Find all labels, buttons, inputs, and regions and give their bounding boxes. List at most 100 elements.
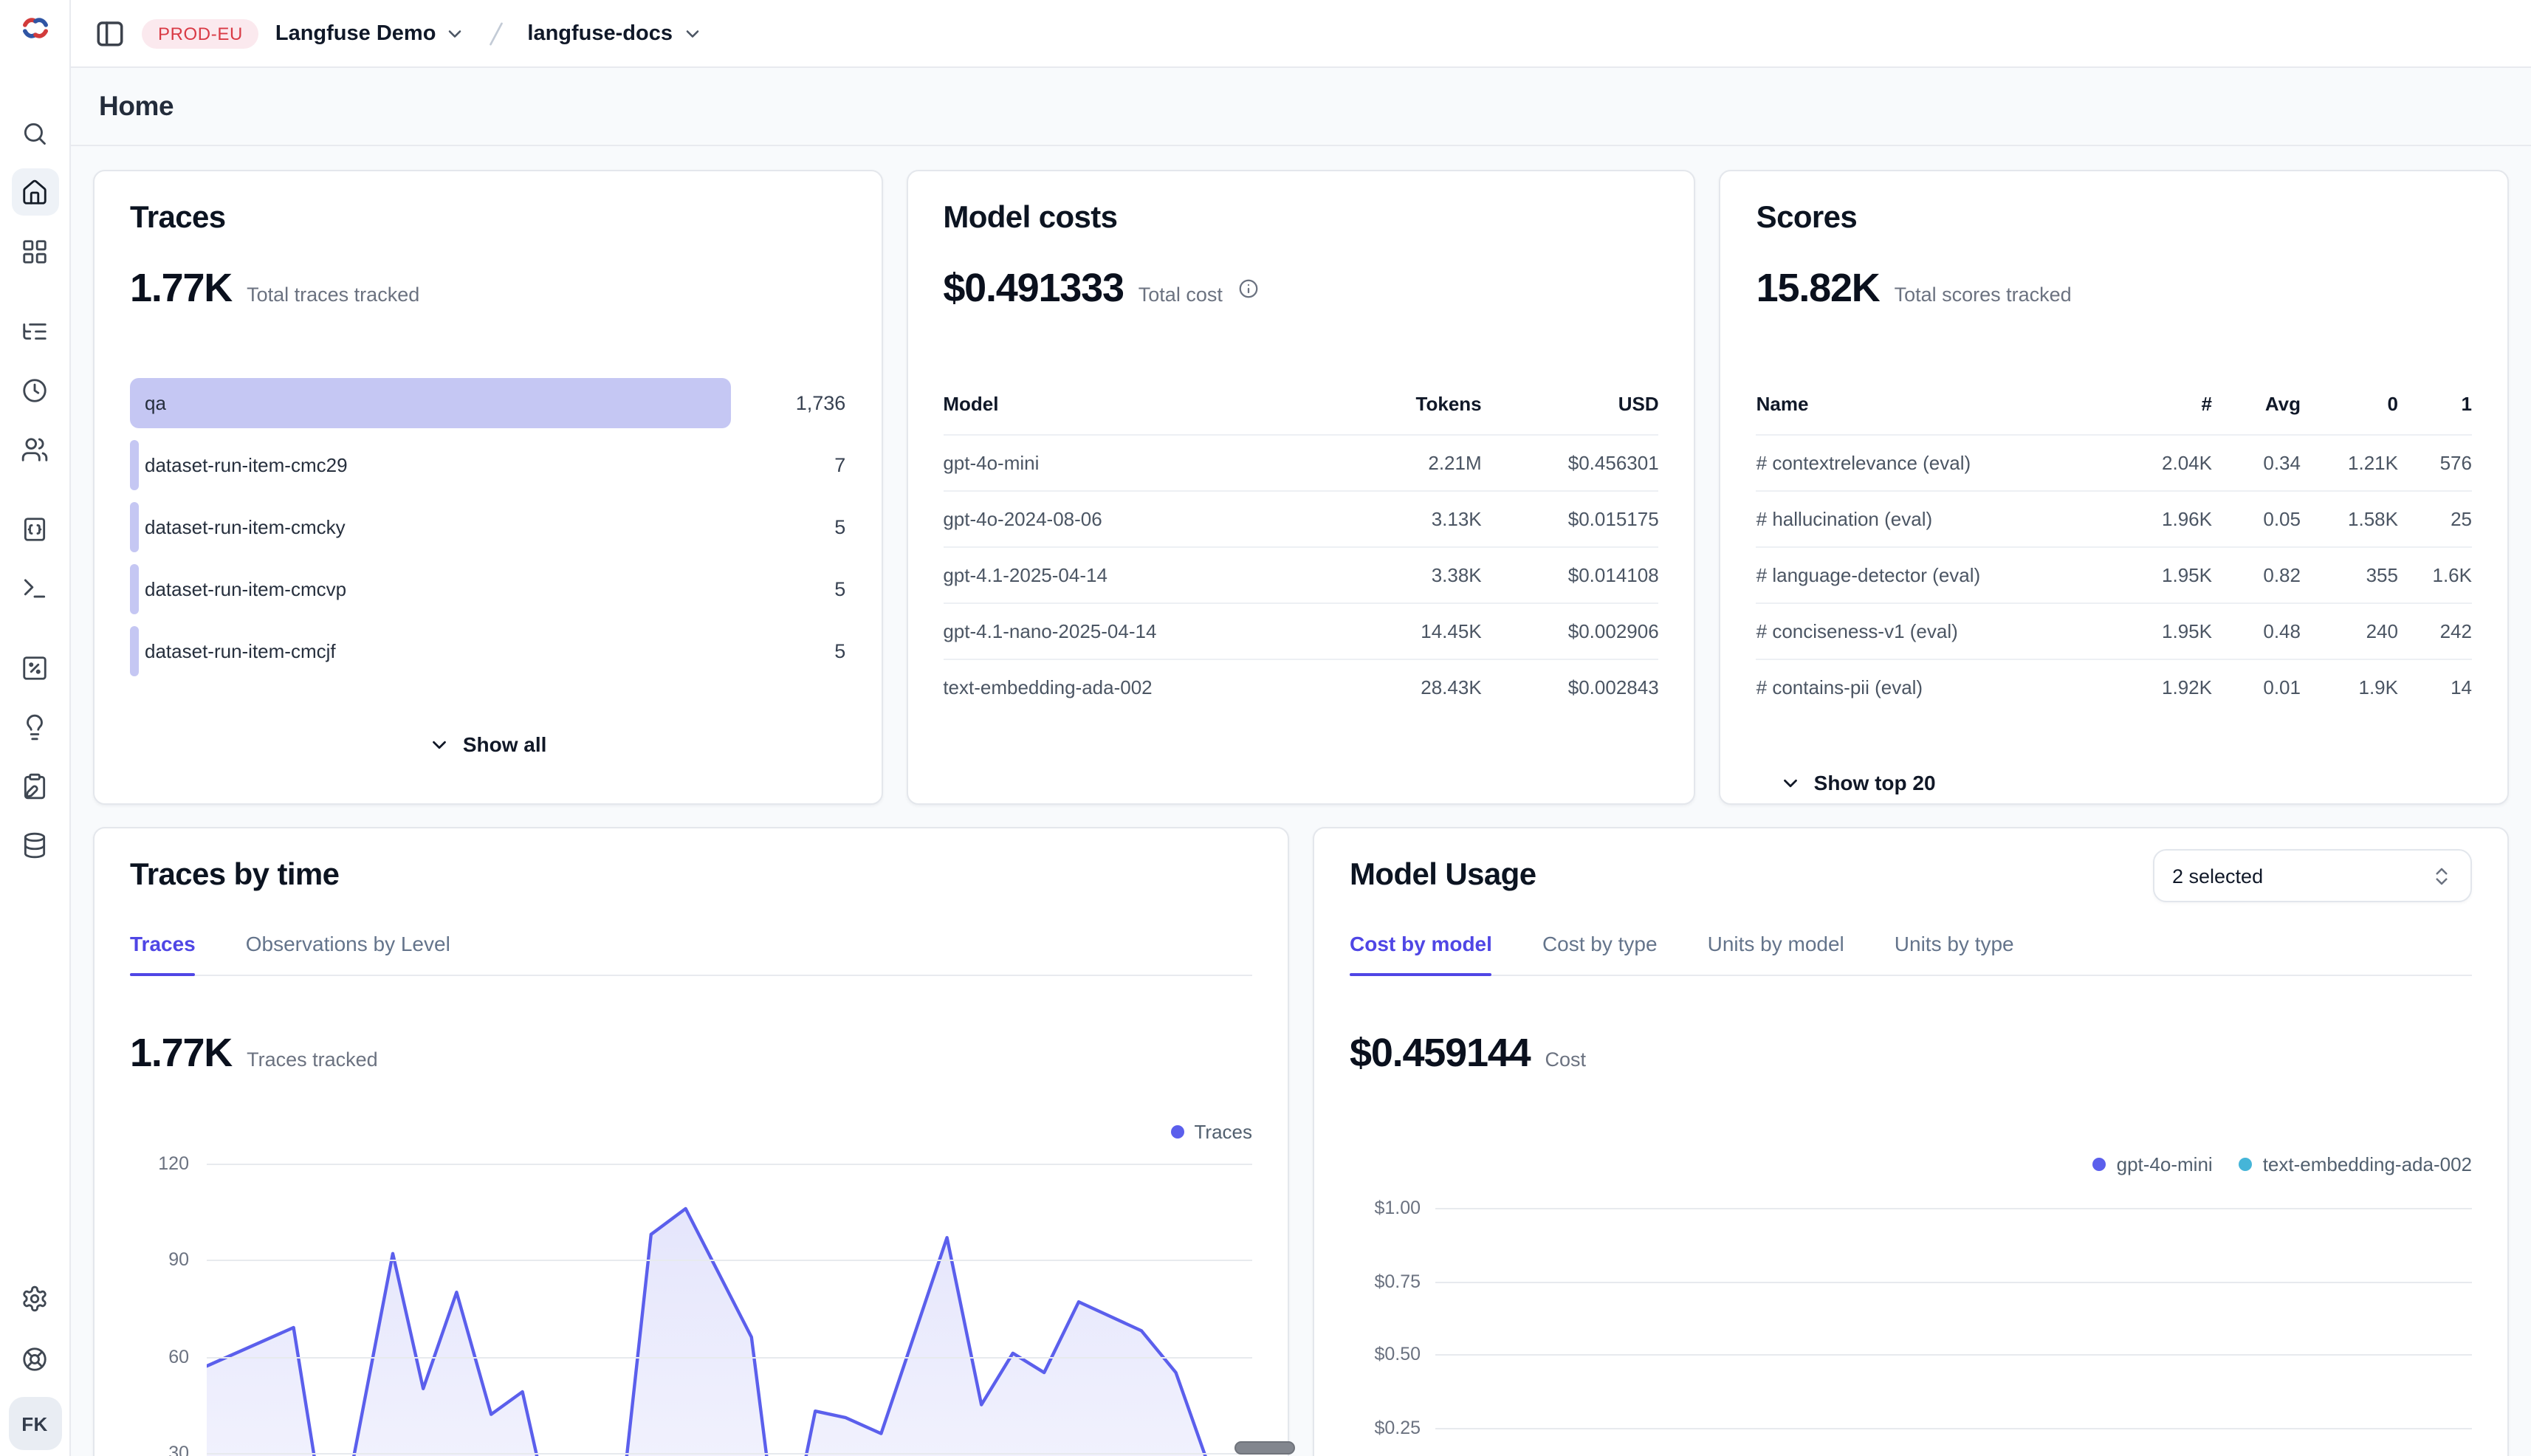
table-row[interactable]: # language-detector (eval)1.95K0.823551.… <box>1756 546 2472 602</box>
legend-label: gpt-4o-mini <box>2117 1153 2213 1175</box>
table-cell: 355 <box>2301 564 2398 586</box>
bar-label: dataset-run-item-cmcky <box>145 516 346 538</box>
model-select[interactable]: 2 selected <box>2153 849 2472 902</box>
show-top-20-button[interactable]: Show top 20 <box>1780 771 1936 794</box>
traces-card: Traces 1.77K Total traces tracked qa1,73… <box>93 170 882 805</box>
sidebar-item-list-tree[interactable] <box>11 307 58 354</box>
y-axis-tick: 120 <box>130 1153 189 1174</box>
rail-bottom <box>11 1274 58 1382</box>
show-all-button[interactable]: Show all <box>95 732 881 756</box>
y-axis-tick: 60 <box>130 1346 189 1367</box>
card-title: Traces by time <box>130 858 1252 893</box>
gridline <box>1435 1208 2472 1209</box>
sidebar-item-clock[interactable] <box>11 366 58 413</box>
bar-count: 5 <box>834 516 845 538</box>
table-row[interactable]: text-embedding-ada-00228.43K$0.002843 <box>943 659 1658 715</box>
show-all-label: Show all <box>463 732 547 756</box>
metric-value: $0.459144 <box>1350 1031 1530 1076</box>
metric-value: 1.77K <box>130 266 232 312</box>
sidebar-item-lightbulb[interactable] <box>11 703 58 750</box>
bar-count: 5 <box>834 578 845 600</box>
slash-icon <box>481 18 511 48</box>
sidebar-item-clipboard-pen[interactable] <box>11 762 58 809</box>
sidebar-item-settings[interactable] <box>11 1274 58 1322</box>
table-row[interactable]: # hallucination (eval)1.96K0.051.58K25 <box>1756 490 2472 546</box>
legend-item: gpt-4o-mini <box>2093 1153 2213 1175</box>
tab-traces[interactable]: Traces <box>130 932 196 975</box>
table-cell: 240 <box>2301 620 2398 642</box>
info-icon[interactable] <box>1237 278 1260 300</box>
tab-units-by-model[interactable]: Units by model <box>1708 932 1844 975</box>
table-cell: 25 <box>2398 508 2472 530</box>
legend-label: Traces <box>1195 1121 1253 1143</box>
list-tree-icon <box>21 317 49 345</box>
gridline <box>207 1164 1252 1165</box>
sidebar-item-life-buoy[interactable] <box>11 1335 58 1382</box>
model-select-value: 2 selected <box>2172 865 2263 887</box>
trace-bar-row[interactable]: qa1,736 <box>130 378 845 428</box>
table-cell: 14.45K <box>1319 620 1482 642</box>
trace-bar-row[interactable]: dataset-run-item-cmcjf5 <box>130 626 845 676</box>
table-row[interactable]: # conciseness-v1 (eval)1.95K0.48240242 <box>1756 602 2472 659</box>
table-cell: 1.95K <box>2118 620 2212 642</box>
bar-fill <box>130 626 139 676</box>
chevrons-up-down-icon <box>2431 865 2453 887</box>
bar-label: dataset-run-item-cmcjf <box>145 640 336 662</box>
tab-observations-by-level[interactable]: Observations by Level <box>246 932 450 975</box>
table-row[interactable]: gpt-4o-2024-08-063.13K$0.015175 <box>943 490 1658 546</box>
scores-card: Scores 15.82K Total scores tracked Name#… <box>1720 170 2509 805</box>
sidebar-item-layout-grid[interactable] <box>11 227 58 275</box>
horizontal-scrollbar-thumb[interactable] <box>1234 1441 1295 1455</box>
tab-units-by-type[interactable]: Units by type <box>1895 932 2014 975</box>
lightbulb-icon <box>21 712 49 741</box>
table-row[interactable]: gpt-4.1-nano-2025-04-1414.45K$0.002906 <box>943 602 1658 659</box>
legend-item: Traces <box>1171 1121 1253 1143</box>
page-header: Home <box>71 68 2531 146</box>
trace-bar-row[interactable]: dataset-run-item-cmc297 <box>130 440 845 490</box>
table-row[interactable]: # contextrelevance (eval)2.04K0.341.21K5… <box>1756 434 2472 490</box>
trace-bar-row[interactable]: dataset-run-item-cmcvp5 <box>130 564 845 614</box>
column-header: 1 <box>2398 393 2472 434</box>
traces-by-time-card: Traces by time Traces Observations by Lev… <box>93 827 1289 1456</box>
sidebar-item-home[interactable] <box>11 168 58 216</box>
table-row[interactable]: gpt-4.1-2025-04-143.38K$0.014108 <box>943 546 1658 602</box>
sidebar-toggle-button[interactable] <box>95 18 126 49</box>
table-row[interactable]: # contains-pii (eval)1.92K0.011.9K14 <box>1756 659 2472 715</box>
table-cell: # conciseness-v1 (eval) <box>1756 620 2118 642</box>
tab-cost-by-type[interactable]: Cost by type <box>1542 932 1658 975</box>
sidebar-item-search[interactable] <box>11 109 58 157</box>
traces-by-time-tabs: Traces Observations by Level <box>130 932 1252 976</box>
sidebar-item-users[interactable] <box>11 425 58 473</box>
metric-label: Cost <box>1545 1048 1586 1071</box>
metric-label: Traces tracked <box>247 1048 378 1071</box>
sidebar-item-database[interactable] <box>11 821 58 868</box>
sidebar-item-terminal[interactable] <box>11 564 58 611</box>
table-row[interactable]: gpt-4o-mini2.21M$0.456301 <box>943 434 1658 490</box>
life-buoy-icon <box>21 1345 49 1373</box>
langfuse-logo-icon <box>18 12 51 44</box>
table-cell: 1.6K <box>2398 564 2472 586</box>
scores-metric: 15.82K Total scores tracked <box>1756 266 2072 312</box>
tab-cost-by-model[interactable]: Cost by model <box>1350 932 1492 975</box>
usage-chart-legend: gpt-4o-minitext-embedding-ada-002 <box>2093 1153 2472 1175</box>
chevron-down-icon <box>444 23 465 44</box>
table-cell: 0.05 <box>2212 508 2301 530</box>
sidebar-item-square-percent[interactable] <box>11 644 58 691</box>
clock-icon <box>21 376 49 404</box>
table-cell: 2.21M <box>1319 452 1482 474</box>
table-cell: 1.21K <box>2301 452 2398 474</box>
avatar[interactable]: FK <box>8 1397 61 1450</box>
table-cell: 3.38K <box>1319 564 1482 586</box>
trace-bar-row[interactable]: dataset-run-item-cmcky 5 <box>130 502 845 552</box>
table-header: ModelTokensUSD <box>943 393 1658 434</box>
table-cell: 1.9K <box>2301 676 2398 698</box>
project-switcher[interactable]: langfuse-docs <box>527 21 702 45</box>
scores-table: Name#Avg01# contextrelevance (eval)2.04K… <box>1756 393 2472 715</box>
rail-nav <box>11 109 58 868</box>
chevron-down-icon <box>681 23 702 44</box>
org-switcher[interactable]: Langfuse Demo <box>275 21 466 45</box>
sidebar-item-file-braces[interactable] <box>11 505 58 552</box>
metric-value: 1.77K <box>130 1031 232 1076</box>
app-root: FK PROD-EU Langfuse Demo langfuse-docs H… <box>0 0 2531 1456</box>
table-cell: 1.96K <box>2118 508 2212 530</box>
